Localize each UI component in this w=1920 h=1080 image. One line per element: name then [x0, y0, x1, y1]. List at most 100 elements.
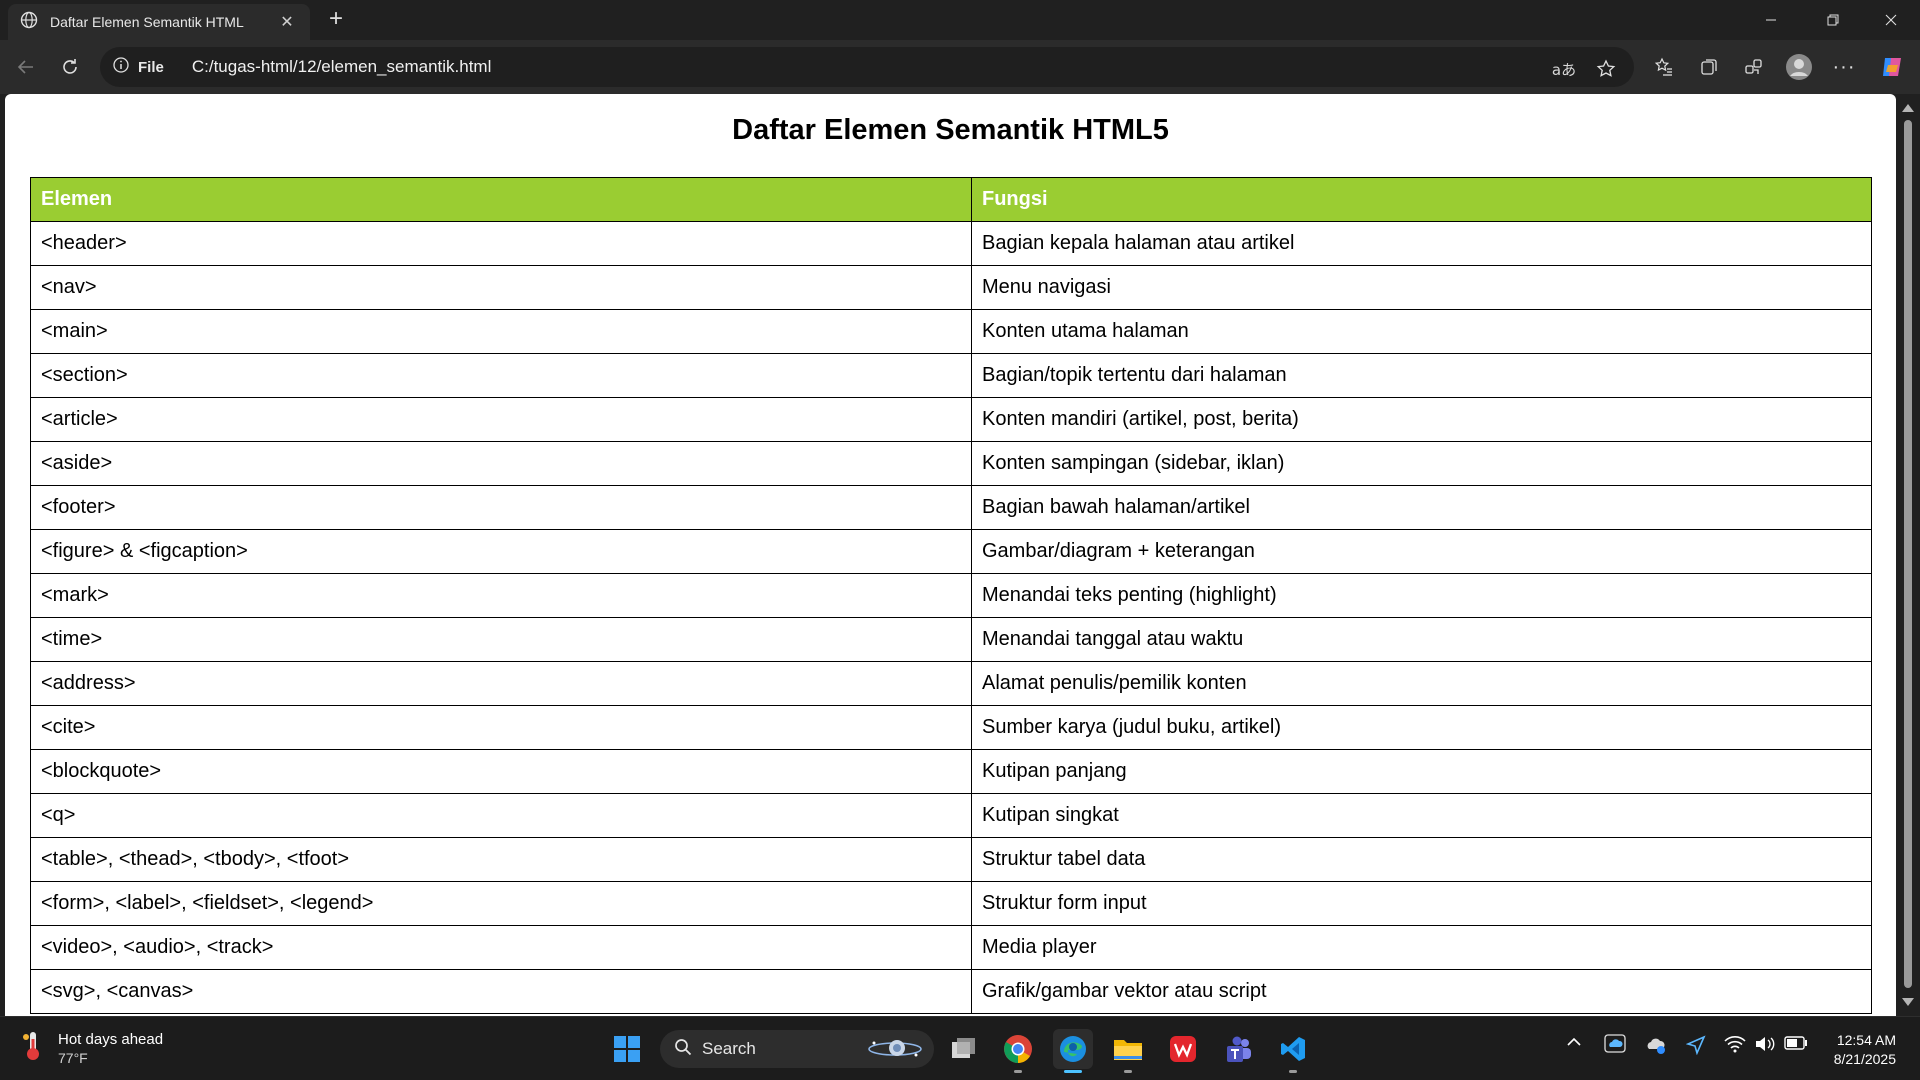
- table-row: <table>, <thead>, <tbody>, <tfoot> Strukt…: [30, 837, 1872, 882]
- element-cell: <cite>: [30, 705, 972, 750]
- element-cell: <section>: [30, 353, 972, 398]
- element-cell: <q>: [30, 793, 972, 838]
- table-row: <figure> & <figcaption> Gambar/diagram + …: [30, 529, 1872, 574]
- table-row: <svg>, <canvas> Grafik/gambar vektor atau…: [30, 969, 1872, 1014]
- element-cell: <aside>: [30, 441, 972, 486]
- function-cell: Menu navigasi: [971, 265, 1872, 310]
- show-hidden-icons-chevron-icon[interactable]: [1566, 1037, 1582, 1047]
- function-cell: Konten sampingan (sidebar, iklan): [971, 441, 1872, 486]
- search-label: Search: [702, 1039, 756, 1058]
- close-tab-icon[interactable]: ✕: [276, 12, 298, 32]
- copilot-icon[interactable]: [1874, 49, 1910, 85]
- read-aloud-icon[interactable]: aあ: [1546, 51, 1582, 87]
- function-cell: Konten utama halaman: [971, 309, 1872, 354]
- windows-start-icon[interactable]: [607, 1029, 647, 1069]
- element-cell: <blockquote>: [30, 749, 972, 794]
- column-header-fungsi: Fungsi: [971, 177, 1872, 222]
- chrome-icon[interactable]: [998, 1029, 1038, 1073]
- cloud-sync-icon[interactable]: [1644, 1035, 1668, 1055]
- system-clock[interactable]: 12:54 AM 8/21/2025: [1834, 1031, 1896, 1069]
- function-cell: Konten mandiri (artikel, post, berita): [971, 397, 1872, 442]
- table-row: <cite> Sumber karya (judul buku, artikel): [30, 705, 1872, 750]
- element-cell: <video>, <audio>, <track>: [30, 925, 972, 970]
- vscode-icon[interactable]: [1273, 1029, 1313, 1073]
- site-info-button[interactable]: File: [112, 56, 164, 79]
- weather-title: Hot days ahead: [58, 1031, 164, 1048]
- address-bar[interactable]: File C:/tugas-html/12/elemen_semantik.ht…: [100, 47, 1634, 87]
- table-row: <q> Kutipan singkat: [30, 793, 1872, 838]
- table-row: <address> Alamat penulis/pemilik konten: [30, 661, 1872, 706]
- close-window-button[interactable]: [1868, 0, 1914, 40]
- function-cell: Gambar/diagram + keterangan: [971, 529, 1872, 574]
- table-row: <time> Menandai tanggal atau waktu: [30, 617, 1872, 662]
- onedrive-cloud-icon[interactable]: [1604, 1034, 1626, 1054]
- scrollbar-thumb[interactable]: [1904, 120, 1912, 988]
- restore-button[interactable]: [1810, 0, 1856, 40]
- page-title: Daftar Elemen Semantik HTML5: [732, 114, 1169, 146]
- back-arrow-icon[interactable]: [8, 49, 44, 85]
- wifi-icon[interactable]: [1724, 1035, 1746, 1053]
- teams-icon[interactable]: [1218, 1029, 1258, 1069]
- address-scheme-label: File: [138, 58, 164, 76]
- function-cell: Menandai tanggal atau waktu: [971, 617, 1872, 662]
- extensions-icon[interactable]: [1736, 49, 1772, 85]
- scroll-down-arrow-icon[interactable]: [1902, 998, 1914, 1006]
- element-cell: <mark>: [30, 573, 972, 618]
- element-cell: <svg>, <canvas>: [30, 969, 972, 1014]
- more-options-icon[interactable]: ···: [1826, 49, 1862, 85]
- element-cell: <footer>: [30, 485, 972, 530]
- file-explorer-icon[interactable]: [1108, 1029, 1148, 1073]
- element-cell: <time>: [30, 617, 972, 662]
- vertical-scrollbar[interactable]: [1896, 94, 1920, 1016]
- table-row: <header> Bagian kepala halaman atau artik…: [30, 221, 1872, 266]
- function-cell: Bagian bawah halaman/artikel: [971, 485, 1872, 530]
- element-cell: <article>: [30, 397, 972, 442]
- element-cell: <address>: [30, 661, 972, 706]
- thermometer-icon: [22, 1029, 44, 1068]
- weather-widget[interactable]: Hot days ahead 77°F: [22, 1029, 163, 1068]
- element-cell: <nav>: [30, 265, 972, 310]
- table-row: <blockquote> Kutipan panjang: [30, 749, 1872, 794]
- table-row: <aside> Konten sampingan (sidebar, iklan): [30, 441, 1872, 486]
- function-cell: Bagian/topik tertentu dari halaman: [971, 353, 1872, 398]
- url-text[interactable]: C:/tugas-html/12/elemen_semantik.html: [192, 57, 492, 77]
- function-cell: Alamat penulis/pemilik konten: [971, 661, 1872, 706]
- volume-icon[interactable]: [1754, 1035, 1776, 1053]
- battery-icon[interactable]: [1784, 1036, 1808, 1050]
- element-cell: <header>: [30, 221, 972, 266]
- table-row: <nav> Menu navigasi: [30, 265, 1872, 310]
- function-cell: Bagian kepala halaman atau artikel: [971, 221, 1872, 266]
- element-cell: <figure> & <figcaption>: [30, 529, 972, 574]
- browser-tab-active[interactable]: Daftar Elemen Semantik HTML ✕: [8, 4, 310, 40]
- running-indicator: [1014, 1070, 1022, 1073]
- table-row: <section> Bagian/topik tertentu dari hala…: [30, 353, 1872, 398]
- element-cell: <main>: [30, 309, 972, 354]
- refresh-icon[interactable]: [52, 49, 88, 85]
- collections-icon[interactable]: [1691, 49, 1727, 85]
- table-row: <mark> Menandai teks penting (highlight): [30, 573, 1872, 618]
- minimize-button[interactable]: [1748, 0, 1794, 40]
- wps-office-icon[interactable]: [1163, 1029, 1203, 1069]
- taskbar-search-box[interactable]: Search: [660, 1030, 934, 1068]
- clock-date: 8/21/2025: [1833, 1051, 1896, 1067]
- task-view-icon[interactable]: [944, 1029, 984, 1069]
- location-arrow-icon[interactable]: [1686, 1035, 1706, 1055]
- scroll-up-arrow-icon[interactable]: [1902, 104, 1914, 112]
- edge-icon[interactable]: [1053, 1029, 1093, 1073]
- function-cell: Struktur form input: [971, 881, 1872, 926]
- element-cell: <table>, <thead>, <tbody>, <tfoot>: [30, 837, 972, 882]
- function-cell: Sumber karya (judul buku, artikel): [971, 705, 1872, 750]
- page-viewport: Daftar Elemen Semantik HTML5 Elemen Fung…: [5, 94, 1896, 1016]
- element-cell: <form>, <label>, <fieldset>, <legend>: [30, 881, 972, 926]
- favorites-icon[interactable]: [1646, 49, 1682, 85]
- table-row: <footer> Bagian bawah halaman/artikel: [30, 485, 1872, 530]
- profile-avatar-icon[interactable]: [1781, 49, 1817, 85]
- function-cell: Media player: [971, 925, 1872, 970]
- clock-time: 12:54 AM: [1836, 1032, 1896, 1048]
- running-indicator: [1289, 1070, 1297, 1073]
- running-indicator: [1064, 1070, 1082, 1073]
- new-tab-button[interactable]: +: [320, 6, 352, 34]
- favorite-star-icon[interactable]: [1588, 51, 1624, 87]
- semantic-elements-table: Elemen Fungsi <header> Bagian kepala hala…: [30, 177, 1872, 1014]
- table-row: <article> Konten mandiri (artikel, post, …: [30, 397, 1872, 442]
